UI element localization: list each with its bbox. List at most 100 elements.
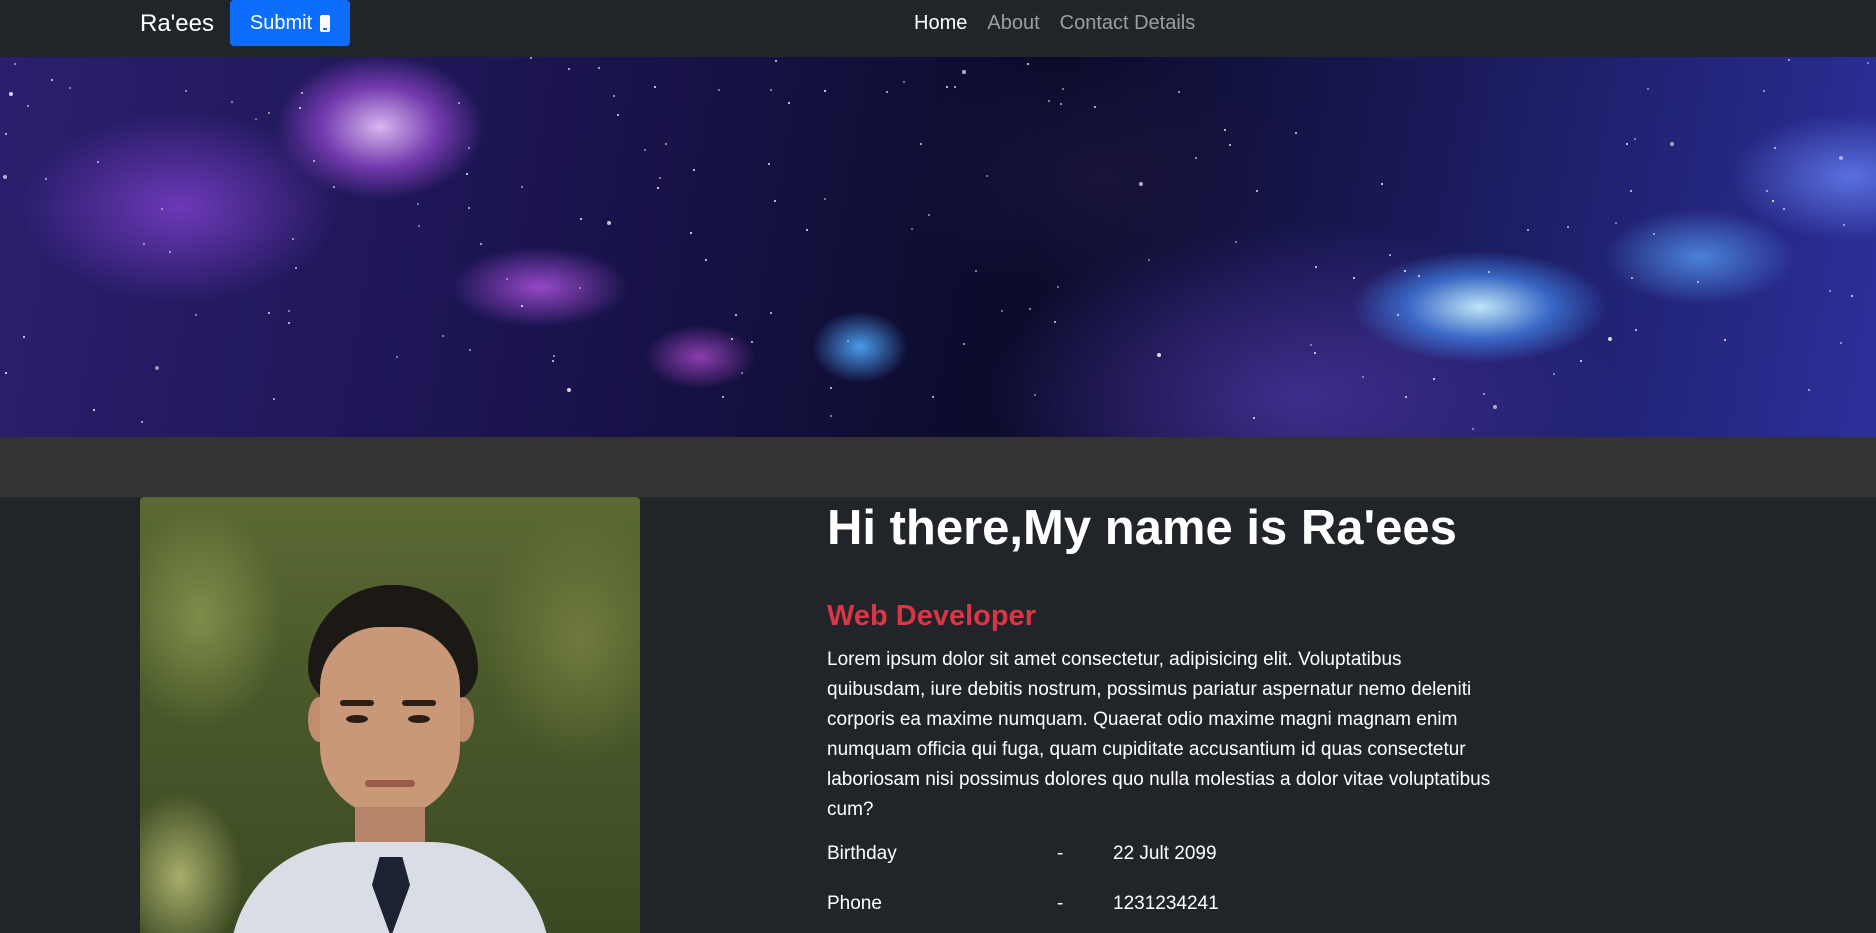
detail-value: 1231234241	[1113, 893, 1219, 914]
star	[963, 343, 965, 345]
star	[268, 312, 270, 314]
star	[1808, 389, 1810, 391]
star	[613, 95, 615, 97]
star	[141, 421, 143, 423]
star	[1493, 405, 1497, 409]
star	[468, 147, 470, 149]
star	[1488, 271, 1490, 273]
bio-paragraph: Lorem ipsum dolor sit amet consectetur, …	[827, 649, 1491, 820]
star	[1094, 106, 1096, 108]
star	[418, 225, 420, 227]
star	[1057, 286, 1059, 288]
nav-link-contact-details[interactable]: Contact Details	[1060, 12, 1196, 35]
top-navbar: Ra'ees Submit Home About Contact Details	[0, 0, 1876, 57]
star	[1670, 142, 1674, 146]
nav-link-about[interactable]: About	[987, 12, 1039, 35]
star	[644, 149, 646, 151]
star	[741, 372, 743, 374]
star	[1256, 190, 1258, 192]
star	[579, 287, 581, 289]
galaxy-hero-banner	[0, 57, 1876, 437]
star	[567, 388, 571, 392]
detail-label: Birthday	[827, 843, 897, 864]
detail-separator: -	[1057, 893, 1064, 914]
star	[1314, 352, 1316, 354]
star	[911, 228, 913, 230]
star	[1697, 281, 1699, 283]
brand-link[interactable]: Ra'ees	[140, 10, 214, 38]
star	[333, 186, 335, 188]
star	[774, 200, 776, 202]
star	[1867, 62, 1869, 64]
star	[1839, 156, 1843, 160]
photo-face	[320, 627, 460, 817]
star	[1315, 266, 1317, 268]
photo-mouth	[365, 780, 415, 787]
star	[1060, 103, 1062, 105]
star	[1433, 378, 1435, 380]
star	[986, 175, 988, 177]
star	[1783, 208, 1785, 210]
star	[830, 387, 832, 389]
submit-button-label: Submit	[249, 11, 313, 34]
star	[313, 160, 315, 162]
star	[442, 335, 444, 337]
star	[735, 314, 737, 316]
star	[722, 396, 724, 398]
star	[143, 243, 145, 245]
star	[1840, 342, 1842, 344]
nav-link-home[interactable]: Home	[914, 12, 967, 35]
star	[946, 86, 948, 88]
star	[1483, 393, 1485, 395]
star	[51, 79, 53, 81]
star	[654, 86, 656, 88]
star	[920, 143, 922, 145]
star	[1626, 143, 1628, 145]
role-title: Web Developer	[827, 600, 1036, 632]
star	[27, 105, 29, 107]
star	[705, 259, 707, 261]
submit-button[interactable]: Submit	[230, 0, 350, 46]
star	[1253, 417, 1255, 419]
star	[928, 214, 930, 216]
page-headline: Hi there,My name is Ra'ees	[827, 501, 1457, 555]
star	[161, 208, 163, 210]
star	[1389, 254, 1391, 256]
star	[5, 372, 7, 374]
star	[1178, 91, 1180, 93]
star	[775, 60, 777, 62]
star	[1766, 190, 1768, 192]
star	[806, 229, 808, 231]
star	[169, 251, 171, 253]
star	[506, 278, 508, 280]
star	[1148, 259, 1150, 261]
photo-brow-right	[402, 700, 436, 706]
section-divider-band	[0, 437, 1876, 497]
star	[155, 366, 159, 370]
star	[770, 89, 772, 91]
star	[5, 133, 7, 135]
star	[468, 207, 470, 209]
star	[1774, 147, 1776, 149]
star	[3, 175, 7, 179]
star	[580, 218, 582, 220]
star	[23, 336, 25, 338]
nav-links: Home About Contact Details	[914, 12, 1195, 35]
star	[9, 92, 13, 96]
star	[1763, 90, 1765, 92]
star	[521, 186, 523, 188]
star	[185, 90, 187, 92]
star	[1362, 376, 1364, 378]
star	[1653, 233, 1655, 235]
star	[718, 89, 720, 91]
star	[417, 203, 419, 205]
photo-eye-right	[408, 715, 430, 723]
star	[1029, 308, 1031, 310]
star	[975, 270, 977, 272]
star	[1634, 138, 1636, 140]
star	[954, 86, 956, 88]
star	[1353, 277, 1355, 279]
star	[231, 101, 233, 103]
detail-row-birthday: Birthday - 22 Jult 2099	[827, 843, 1327, 873]
star	[1527, 229, 1529, 231]
